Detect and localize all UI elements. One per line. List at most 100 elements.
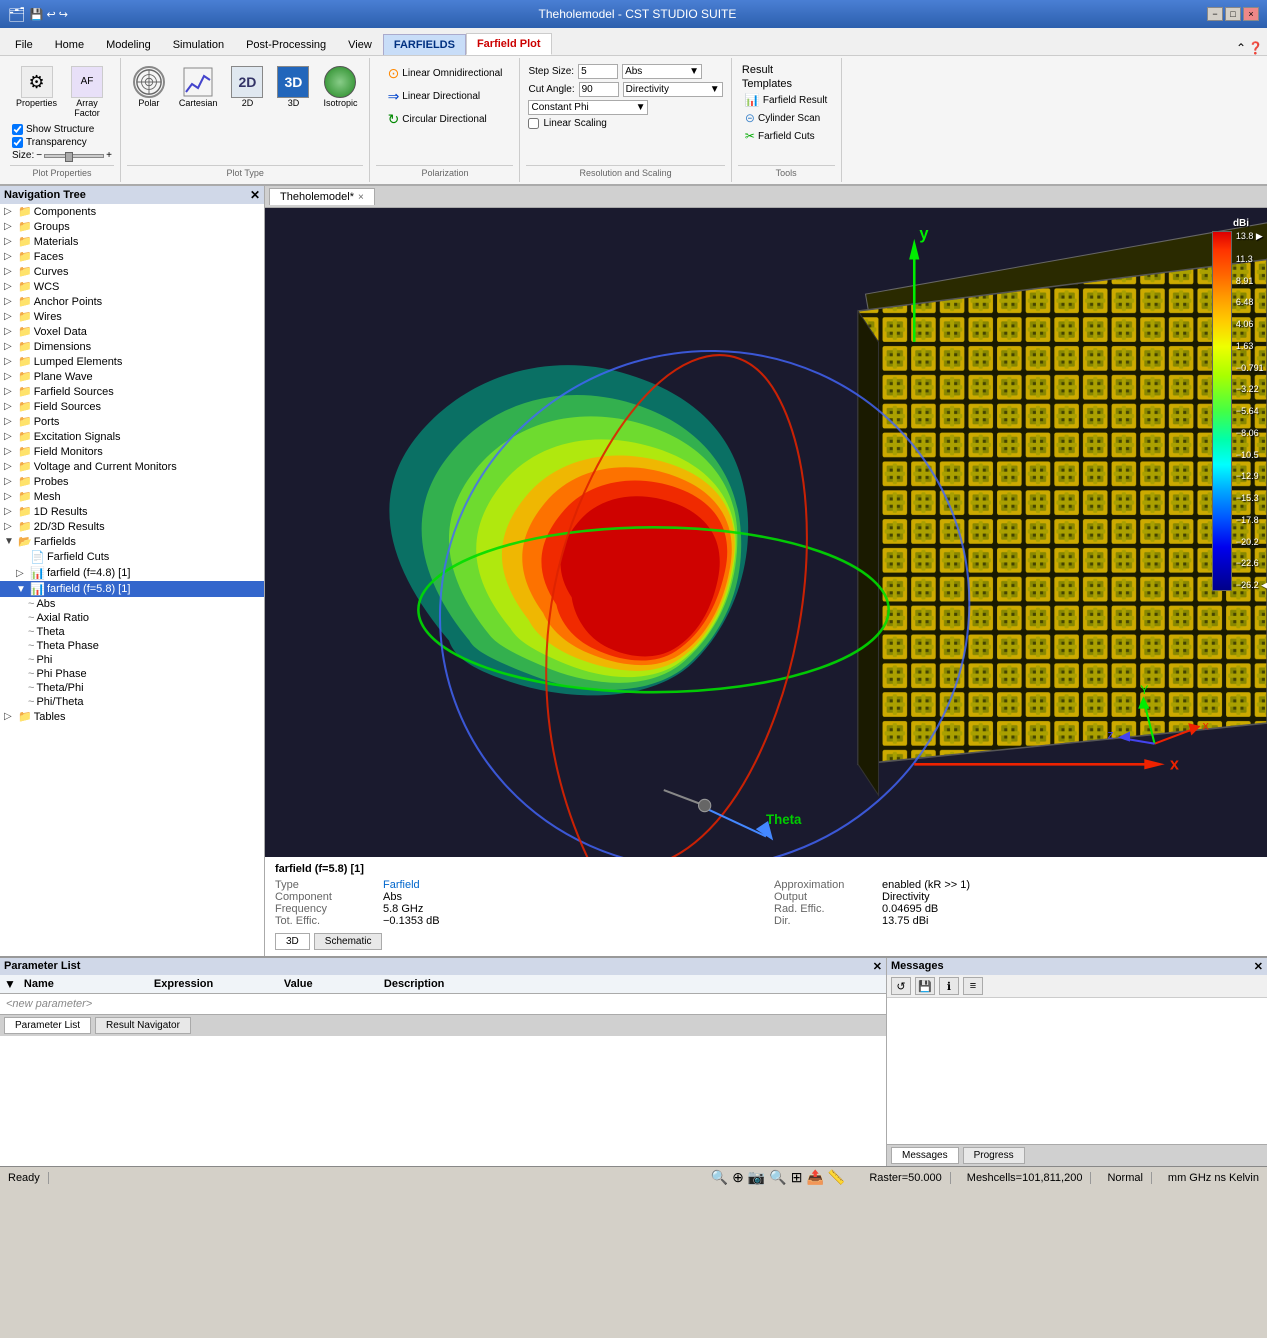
isotropic-button[interactable]: Isotropic (319, 64, 361, 110)
tree-item-anchor[interactable]: ▷ 📁 Anchor Points (0, 294, 264, 309)
viewport-tab-main[interactable]: Theholemodel* × (269, 188, 375, 205)
tree-item-farfield-48[interactable]: ▷ 📊 farfield (f=4.8) [1] (0, 565, 264, 581)
tab-file[interactable]: File (4, 34, 44, 55)
tree-item-theta-phi[interactable]: ~ Theta/Phi (0, 681, 264, 695)
tree-item-phi-theta[interactable]: ~ Phi/Theta (0, 695, 264, 709)
size-plus[interactable]: + (106, 150, 112, 161)
tab-farfields[interactable]: FARFIELDS (383, 34, 466, 55)
tree-item-wcs[interactable]: ▷ 📁 WCS (0, 279, 264, 294)
farfield-cuts-button[interactable]: ✂ Farfield Cuts (742, 128, 818, 144)
param-tab-paramlist[interactable]: Parameter List (4, 1017, 91, 1034)
transparency-checkbox[interactable]: Transparency (12, 137, 112, 148)
new-param-row[interactable]: <new parameter> (0, 994, 886, 1014)
undo-icon[interactable]: ↩ (46, 8, 55, 21)
msg-save-btn[interactable]: 💾 (915, 977, 935, 995)
polar-button[interactable]: Polar (129, 64, 169, 110)
tree-item-excitation[interactable]: ▷ 📁 Excitation Signals (0, 429, 264, 444)
close-btn[interactable]: × (1243, 7, 1259, 21)
tree-item-mesh[interactable]: ▷ 📁 Mesh (0, 489, 264, 504)
viewport-3d[interactable]: y x Theta x (265, 208, 1267, 857)
tree-item-tables[interactable]: ▷ 📁 Tables (0, 709, 264, 724)
msg-list-btn[interactable]: ≡ (963, 977, 983, 995)
tree-item-phi-phase[interactable]: ~ Phi Phase (0, 667, 264, 681)
properties-button[interactable]: ⚙ Properties (12, 64, 61, 120)
tree-item-ports[interactable]: ▷ 📁 Ports (0, 414, 264, 429)
tab-view[interactable]: View (337, 34, 383, 55)
tree-item-materials[interactable]: ▷ 📁 Materials (0, 234, 264, 249)
msg-tab-messages[interactable]: Messages (891, 1147, 959, 1164)
search2-icon[interactable]: 🔍 (769, 1169, 786, 1186)
tree-item-lumped[interactable]: ▷ 📁 Lumped Elements (0, 354, 264, 369)
size-thumb[interactable] (65, 152, 73, 162)
msg-refresh-btn[interactable]: ↺ (891, 977, 911, 995)
show-structure-input[interactable] (12, 124, 23, 135)
measure-icon[interactable]: 📏 (828, 1169, 845, 1186)
tab-simulation[interactable]: Simulation (162, 34, 235, 55)
step-size-input[interactable] (578, 64, 618, 79)
directivity-dropdown[interactable]: Directivity ▼ (623, 82, 723, 97)
tree-item-farfield-58[interactable]: ▼ 📊 farfield (f=5.8) [1] (0, 581, 264, 597)
tree-item-2d3dresults[interactable]: ▷ 📁 2D/3D Results (0, 519, 264, 534)
messages-close[interactable]: ✕ (1254, 960, 1263, 973)
maximize-btn[interactable]: □ (1225, 7, 1241, 21)
tree-item-dimensions[interactable]: ▷ 📁 Dimensions (0, 339, 264, 354)
tree-item-farfields[interactable]: ▼ 📂 Farfields (0, 534, 264, 549)
zoom-fit-icon[interactable]: ⊕ (732, 1169, 744, 1186)
tree-item-abs[interactable]: ~ Abs (0, 597, 264, 611)
linear-dir-button[interactable]: ⇒ Linear Directional (385, 87, 484, 106)
tree-item-field-monitors[interactable]: ▷ 📁 Field Monitors (0, 444, 264, 459)
param-tab-resultnav[interactable]: Result Navigator (95, 1017, 191, 1034)
param-list-close[interactable]: ✕ (873, 960, 882, 973)
grid-icon[interactable]: ⊞ (791, 1169, 803, 1186)
array-factor-button[interactable]: AF Array Factor (67, 64, 107, 120)
tab-farfield-plot[interactable]: Farfield Plot (466, 33, 552, 55)
linear-omni-button[interactable]: ⊙ Linear Omnidirectional (385, 64, 506, 83)
cartesian-button[interactable]: Cartesian (175, 64, 222, 110)
tree-item-curves[interactable]: ▷ 📁 Curves (0, 264, 264, 279)
tree-item-vcmonitors[interactable]: ▷ 📁 Voltage and Current Monitors (0, 459, 264, 474)
tab-3d[interactable]: 3D (275, 933, 310, 950)
cylinder-scan-button[interactable]: ⊝ Cylinder Scan (742, 110, 823, 126)
2d-button[interactable]: 2D 2D (227, 64, 267, 110)
tab-postprocessing[interactable]: Post-Processing (235, 34, 337, 55)
linear-scaling-checkbox[interactable] (528, 118, 539, 129)
tree-item-probes[interactable]: ▷ 📁 Probes (0, 474, 264, 489)
nav-tree-close[interactable]: ✕ (250, 188, 260, 202)
size-slider[interactable]: Size: − + (12, 150, 112, 161)
tree-item-faces[interactable]: ▷ 📁 Faces (0, 249, 264, 264)
farfield-result-button[interactable]: 📊 Farfield Result (742, 92, 830, 108)
3d-button[interactable]: 3D 3D (273, 64, 313, 110)
abs-dropdown[interactable]: Abs ▼ (622, 64, 702, 79)
msg-info-btn[interactable]: ℹ (939, 977, 959, 995)
tab-schematic[interactable]: Schematic (314, 933, 383, 950)
size-minus[interactable]: − (36, 150, 42, 161)
show-structure-checkbox[interactable]: Show Structure (12, 124, 112, 135)
tree-item-phi[interactable]: ~ Phi (0, 653, 264, 667)
minimize-btn[interactable]: − (1207, 7, 1223, 21)
tree-item-field-sources[interactable]: ▷ 📁 Field Sources (0, 399, 264, 414)
tree-item-planewave[interactable]: ▷ 📁 Plane Wave (0, 369, 264, 384)
tree-item-farfield-cuts[interactable]: ▷ 📄 Farfield Cuts (0, 549, 264, 565)
tree-item-axial-ratio[interactable]: ~ Axial Ratio (0, 611, 264, 625)
export-icon[interactable]: 📤 (806, 1169, 823, 1186)
msg-tab-progress[interactable]: Progress (963, 1147, 1025, 1164)
zoom-in-icon[interactable]: 🔍 (711, 1169, 728, 1186)
tree-item-groups[interactable]: ▷ 📁 Groups (0, 219, 264, 234)
tree-item-voxel[interactable]: ▷ 📁 Voxel Data (0, 324, 264, 339)
tree-item-components[interactable]: ▷ 📁 Components (0, 204, 264, 219)
redo-icon[interactable]: ↪ (59, 8, 68, 21)
constant-phi-dropdown[interactable]: Constant Phi ▼ (528, 100, 648, 115)
camera-icon[interactable]: 📷 (748, 1169, 765, 1186)
tree-item-wires[interactable]: ▷ 📁 Wires (0, 309, 264, 324)
cut-angle-input[interactable] (579, 82, 619, 97)
ribbon-expand-icon[interactable]: ⌃ (1236, 41, 1246, 55)
tab-modeling[interactable]: Modeling (95, 34, 162, 55)
help-icon[interactable]: ❓ (1248, 41, 1263, 55)
tree-item-theta[interactable]: ~ Theta (0, 625, 264, 639)
viewport-tab-close[interactable]: × (358, 192, 364, 203)
transparency-input[interactable] (12, 137, 23, 148)
tree-item-1dresults[interactable]: ▷ 📁 1D Results (0, 504, 264, 519)
tree-item-theta-phase[interactable]: ~ Theta Phase (0, 639, 264, 653)
tab-home[interactable]: Home (44, 34, 95, 55)
circular-dir-button[interactable]: ↻ Circular Directional (385, 110, 490, 129)
